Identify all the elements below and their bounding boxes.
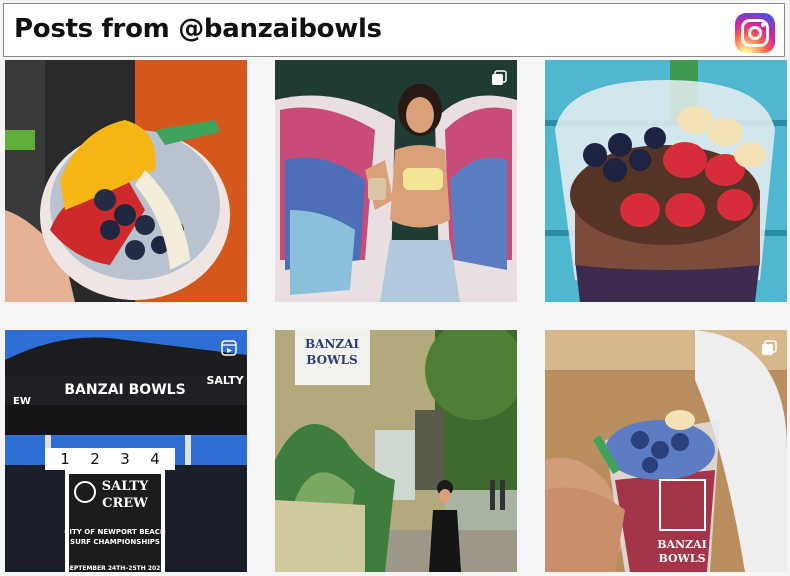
acai-cup-photo: BANZAI BOWLS: [545, 330, 787, 572]
reel-icon: [221, 340, 237, 356]
post-tile-2[interactable]: [275, 60, 517, 302]
tent-side-text: SALTY: [206, 374, 244, 387]
cup-text-line1: BANZAI: [657, 538, 707, 551]
post-tile-5[interactable]: BANZAI BOWLS: [275, 330, 517, 572]
page-title: Posts from @banzaibowls: [14, 14, 382, 44]
event-line2: SURF CHAMPIONSHIPS: [70, 538, 160, 546]
acai-bowl-bench-photo: [545, 60, 787, 302]
event-line1: CITY OF NEWPORT BEACH: [64, 528, 166, 536]
acai-bowl-photo: [5, 60, 247, 302]
heat-number-3: 3: [120, 450, 130, 468]
event-dates: SEPTEMBER 24TH–25TH 2022: [65, 565, 164, 572]
mural-photo: [275, 60, 517, 302]
multiple-images-icon: [492, 70, 507, 85]
post-tile-6[interactable]: BANZAI BOWLS: [545, 330, 787, 572]
heat-number-1: 1: [60, 450, 70, 468]
post-tile-1[interactable]: [5, 60, 247, 302]
shop-sign-line1: BANZAI: [305, 337, 359, 351]
instagram-icon[interactable]: [735, 13, 775, 53]
post-tile-3[interactable]: [545, 60, 787, 302]
cup-text-line2: BOWLS: [658, 552, 705, 565]
post-tile-4[interactable]: BANZAI BOWLS SALTY EW 1 2 3 4 SALTY CREW…: [5, 330, 247, 572]
heat-number-4: 4: [150, 450, 160, 468]
page-header: Posts from @banzaibowls: [3, 3, 785, 57]
tent-brand-text: BANZAI BOWLS: [64, 382, 185, 398]
storefront-photo: BANZAI BOWLS: [275, 330, 517, 572]
banner-line1: SALTY: [102, 479, 149, 494]
banner-line2: CREW: [102, 496, 148, 511]
shop-sign-line2: BOWLS: [306, 353, 357, 367]
surf-contest-photo: BANZAI BOWLS SALTY EW 1 2 3 4 SALTY CREW…: [5, 330, 247, 572]
heat-number-2: 2: [90, 450, 100, 468]
multiple-images-icon: [762, 340, 777, 355]
